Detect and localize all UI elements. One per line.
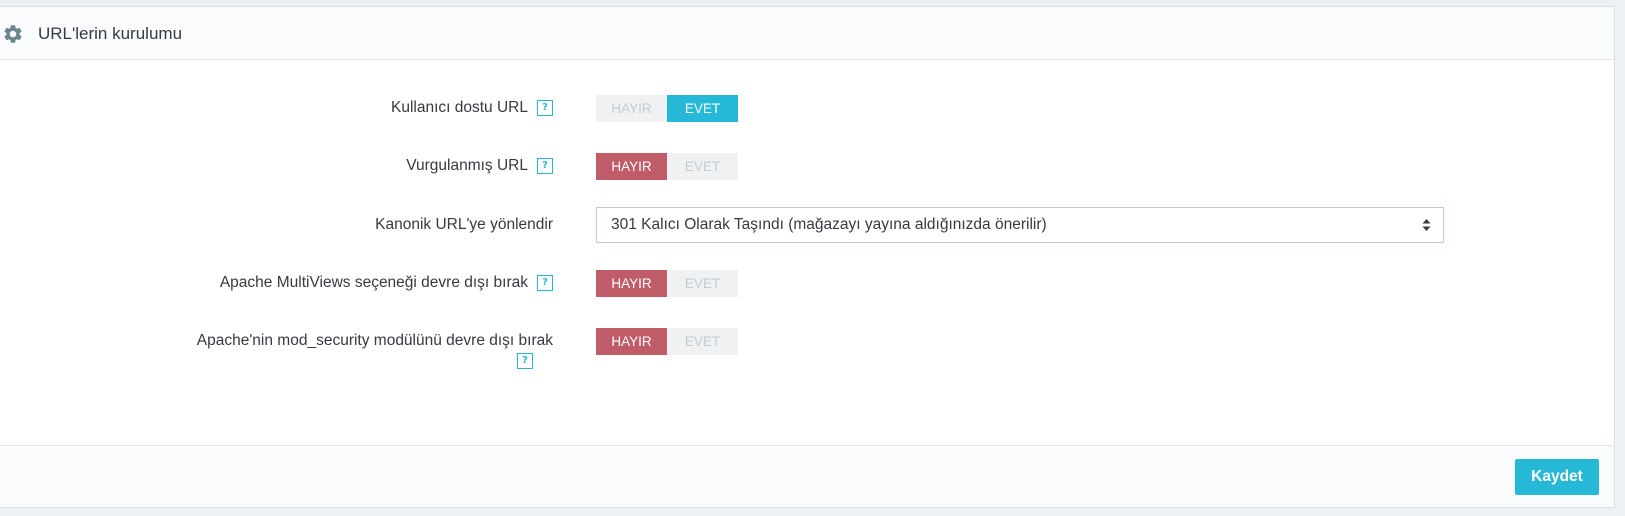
friendly-url-toggle[interactable]: HAYIR EVET [596, 95, 738, 122]
field-label: Kullanıcı dostu URL? [391, 98, 553, 118]
field-label-text: Vurgulanmış URL [406, 157, 528, 174]
toggle-option-yes[interactable]: EVET [667, 95, 738, 122]
toggle-option-yes[interactable]: EVET [667, 328, 738, 355]
field-label-text: Kanonik URL'ye yönlendir [375, 216, 553, 233]
toggle-option-yes[interactable]: EVET [667, 270, 738, 297]
select-arrows-icon [1422, 219, 1431, 231]
accented-url-toggle[interactable]: HAYIR EVET [596, 153, 738, 180]
mod-security-toggle[interactable]: HAYIR EVET [596, 328, 738, 355]
field-label: Apache'nin mod_security modülünü devre d… [196, 331, 553, 370]
select-value: 301 Kalıcı Olarak Taşındı (mağazayı yayı… [611, 216, 1047, 233]
help-icon[interactable]: ? [537, 158, 553, 174]
panel-heading: URL'lerin kurulumu [0, 7, 1614, 60]
field-label: Kanonik URL'ye yönlendir [375, 215, 553, 235]
field-label: Apache MultiViews seçeneği devre dışı bı… [220, 273, 553, 293]
field-label-text: Kullanıcı dostu URL [391, 99, 528, 116]
panel-footer: Kaydet [0, 445, 1614, 507]
page-edge [1615, 0, 1625, 516]
panel-title: URL'lerin kurulumu [38, 24, 183, 43]
url-settings-panel: URL'lerin kurulumu Kullanıcı dostu URL? … [0, 6, 1615, 508]
toggle-option-yes[interactable]: EVET [667, 153, 738, 180]
help-icon[interactable]: ? [517, 353, 533, 370]
apache-multiviews-toggle[interactable]: HAYIR EVET [596, 270, 738, 297]
field-label-text: Apache'nin mod_security modülünü devre d… [196, 332, 553, 349]
canonical-redirect-select[interactable]: 301 Kalıcı Olarak Taşındı (mağazayı yayı… [596, 207, 1444, 243]
field-label-text: Apache MultiViews seçeneği devre dışı bı… [219, 274, 528, 291]
help-icon[interactable]: ? [537, 100, 553, 116]
toggle-option-no[interactable]: HAYIR [596, 328, 667, 355]
gear-icon [4, 25, 22, 43]
toggle-option-no[interactable]: HAYIR [596, 270, 667, 297]
toggle-option-no[interactable]: HAYIR [596, 153, 667, 180]
help-icon[interactable]: ? [537, 275, 553, 291]
field-label: Vurgulanmış URL? [406, 156, 553, 176]
save-button[interactable]: Kaydet [1515, 459, 1599, 495]
toggle-option-no[interactable]: HAYIR [596, 95, 667, 122]
